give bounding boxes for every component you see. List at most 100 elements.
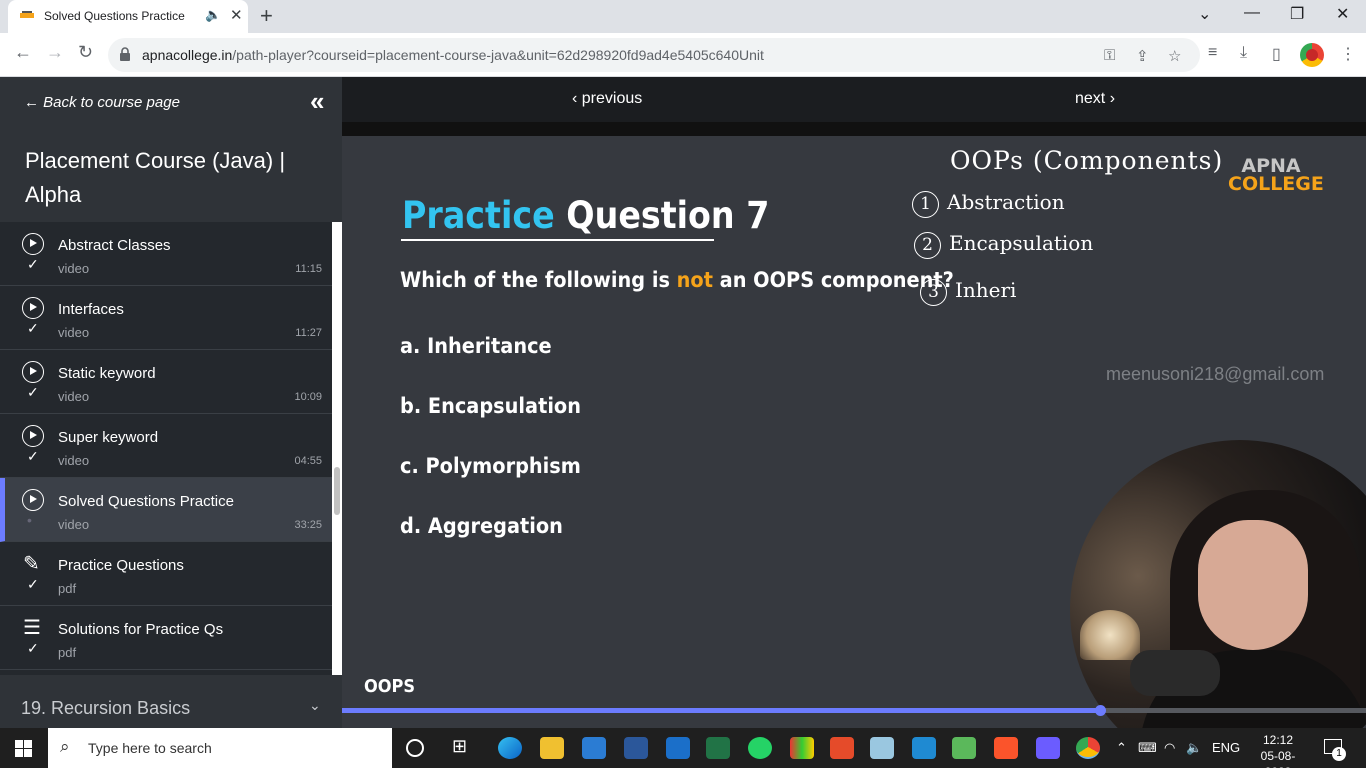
- lesson-type: pdf: [58, 581, 77, 596]
- lesson-type: video: [58, 517, 90, 532]
- section-recursion-basics[interactable]: 19. Recursion Basics ⌄: [0, 675, 342, 728]
- vscode-icon[interactable]: [912, 737, 936, 759]
- notes-app-icon[interactable]: [870, 737, 894, 759]
- lesson-item[interactable]: ✓ Static keyword video 10:09: [0, 350, 332, 414]
- progress-fill: [342, 708, 1100, 713]
- forward-arrow-icon[interactable]: →: [46, 42, 64, 63]
- browser-tab[interactable]: Solved Questions Practice 🔈 ✕: [8, 0, 248, 33]
- share-icon[interactable]: ⇪: [1136, 47, 1149, 65]
- video-player[interactable]: Practice Question 7 Which of the followi…: [342, 122, 1366, 728]
- restore-button[interactable]: ❐: [1290, 4, 1304, 24]
- taskbar-search[interactable]: ⌕ Type here to search: [48, 728, 392, 768]
- lesson-name: Super keyword: [58, 429, 159, 446]
- lesson-duration: 04:55: [294, 455, 322, 467]
- lesson-item[interactable]: ✓ Abstract Classes video 11:15: [0, 222, 332, 286]
- lesson-name: Abstract Classes: [58, 237, 171, 254]
- email-watermark: meenusoni218@gmail.com: [1106, 364, 1325, 384]
- profile-avatar[interactable]: [1300, 43, 1324, 67]
- apna-college-favicon: [20, 11, 34, 18]
- wifi-icon[interactable]: ◠: [1164, 740, 1175, 756]
- lesson-name: Solved Questions Practice: [58, 493, 234, 510]
- show-hidden-icons-icon[interactable]: ⌃: [1116, 740, 1127, 756]
- previous-button[interactable]: ‹ previous: [572, 90, 642, 108]
- lamp-shape: [1080, 610, 1140, 660]
- lesson-duration: 10:09: [294, 391, 322, 403]
- handwritten-item: 3 Inheri: [920, 278, 1016, 306]
- handwritten-item: 1 Abstraction: [912, 190, 1065, 218]
- lesson-type: pdf: [58, 645, 77, 660]
- download-icon[interactable]: ⤓: [1240, 44, 1247, 62]
- tab-search-chevron-icon[interactable]: ⌄: [1198, 4, 1211, 24]
- edge-icon[interactable]: [498, 737, 522, 759]
- lock-icon: [120, 47, 130, 61]
- excel-icon[interactable]: [706, 737, 730, 759]
- side-panel-icon[interactable]: ▯: [1272, 44, 1281, 64]
- office-icon[interactable]: [790, 737, 814, 759]
- lesson-item[interactable]: ✎ ✓ Practice Questions pdf: [0, 542, 332, 606]
- cortana-icon[interactable]: [406, 739, 424, 757]
- tab-close-icon[interactable]: ✕: [230, 6, 243, 24]
- system-clock[interactable]: 12:12 05-08-2023: [1248, 732, 1308, 768]
- mail-icon[interactable]: [666, 737, 690, 759]
- windows-start-icon[interactable]: [15, 740, 32, 757]
- word-icon[interactable]: [624, 737, 648, 759]
- key-icon[interactable]: ⚿: [1104, 47, 1115, 64]
- lesson-type: video: [58, 325, 90, 340]
- section-label: 19. Recursion Basics: [21, 698, 191, 718]
- completed-check-icon: ✓: [27, 576, 39, 592]
- video-progress-bar[interactable]: [342, 705, 1366, 716]
- progress-scrubber[interactable]: [1094, 705, 1106, 716]
- slide-footer-topic: OOPS: [364, 676, 416, 697]
- whatsapp-icon[interactable]: [748, 737, 772, 759]
- app-icon[interactable]: [1036, 737, 1060, 759]
- apna-college-logo: APNA COLLEGE: [1228, 155, 1324, 195]
- file-explorer-icon[interactable]: [540, 737, 564, 759]
- sidebar-scrollbar[interactable]: [332, 222, 342, 675]
- tab-audio-icon[interactable]: 🔈: [205, 7, 221, 23]
- notification-count-badge: 1: [1332, 747, 1346, 761]
- checklist-icon: ☰: [23, 617, 41, 639]
- question-text: Which of the following is not an OOPS co…: [400, 268, 954, 292]
- address-bar[interactable]: apnacollege.in/path-player?courseid=plac…: [108, 38, 1200, 72]
- lesson-item[interactable]: ✓ Super keyword video 04:55: [0, 414, 332, 478]
- lesson-item-active[interactable]: • Solved Questions Practice video 33:25: [0, 478, 332, 542]
- play-circle-icon: [22, 233, 44, 255]
- completed-check-icon: ✓: [27, 384, 39, 400]
- windows-taskbar: ⌕ Type here to search ⊞ ⌃ ⌨ ◠ 🔈 ENG 12:1…: [0, 728, 1366, 768]
- media-controls-icon[interactable]: ≡: [1208, 44, 1217, 62]
- scrollbar-thumb[interactable]: [334, 467, 340, 515]
- lesson-list: ✓ Abstract Classes video 11:15 ✓ Interfa…: [0, 222, 332, 675]
- lesson-name: Static keyword: [58, 365, 156, 382]
- new-tab-button[interactable]: +: [260, 3, 273, 29]
- completed-check-icon: ✓: [27, 448, 39, 464]
- player-navigation: ‹ previous next ›: [342, 77, 1366, 122]
- lesson-name: Practice Questions: [58, 557, 184, 574]
- input-method-icon[interactable]: ⌨: [1138, 740, 1157, 756]
- back-to-course-link[interactable]: ← Back to course page: [24, 94, 180, 111]
- close-window-button[interactable]: ✕: [1336, 4, 1349, 24]
- tab-title: Solved Questions Practice: [44, 9, 185, 23]
- brave-icon[interactable]: [994, 737, 1018, 759]
- lesson-type: video: [58, 389, 90, 404]
- completed-check-icon: ✓: [27, 256, 39, 272]
- app-icon[interactable]: [952, 737, 976, 759]
- play-circle-icon: [22, 297, 44, 319]
- search-icon: ⌕: [60, 737, 70, 756]
- lesson-item[interactable]: ☰ ✓ Solutions for Practice Qs pdf: [0, 606, 332, 670]
- store-icon[interactable]: [582, 737, 606, 759]
- collapse-sidebar-icon[interactable]: «: [310, 86, 325, 117]
- back-arrow-icon[interactable]: ←: [14, 42, 32, 63]
- lesson-item[interactable]: ✓ Interfaces video 11:27: [0, 286, 332, 350]
- in-progress-dot-icon: •: [27, 512, 32, 528]
- next-button[interactable]: next ›: [1075, 90, 1115, 108]
- chrome-icon[interactable]: [1076, 737, 1100, 759]
- task-view-icon[interactable]: ⊞: [452, 736, 476, 758]
- chrome-menu-icon[interactable]: ⋮: [1340, 44, 1356, 64]
- reload-icon[interactable]: ↻: [78, 42, 93, 63]
- minimize-button[interactable]: —: [1244, 4, 1260, 22]
- volume-icon[interactable]: 🔈: [1186, 740, 1202, 756]
- media-app-icon[interactable]: [830, 737, 854, 759]
- language-indicator[interactable]: ENG: [1212, 740, 1240, 755]
- lesson-type: video: [58, 261, 90, 276]
- bookmark-star-icon[interactable]: ☆: [1168, 47, 1181, 65]
